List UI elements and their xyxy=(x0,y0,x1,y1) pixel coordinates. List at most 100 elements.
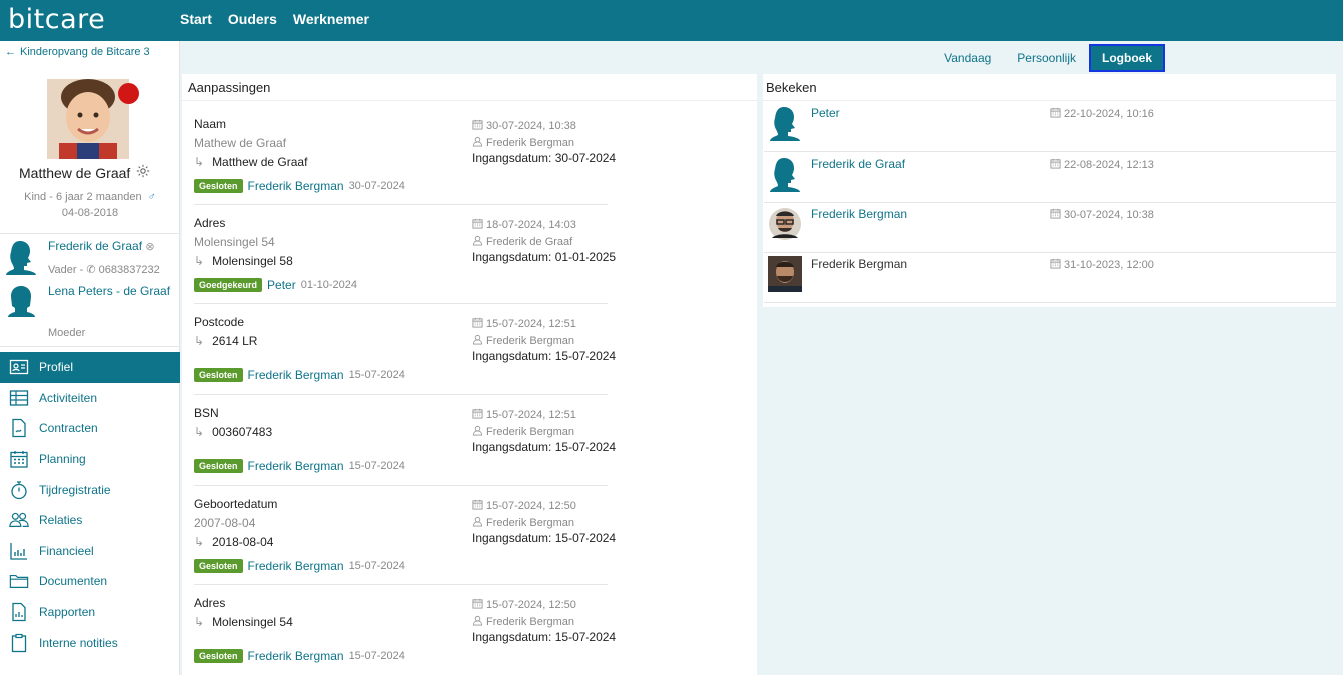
calendar-icon xyxy=(472,218,483,232)
clipboard-icon xyxy=(11,633,27,652)
child-meta: Kind - 6 jaar 2 maanden ♂ 04-08-2018 xyxy=(0,189,180,221)
new-value: 2614 LR xyxy=(212,334,258,348)
gear-icon[interactable] xyxy=(136,164,150,181)
parent-role: Vader - ✆ 0683837232 xyxy=(48,264,160,276)
user-icon xyxy=(472,425,483,439)
person-silhouette-icon xyxy=(6,239,36,278)
change-date-row: 15-07-2024, 12:50 xyxy=(472,497,672,514)
calendar-icon xyxy=(1050,208,1061,222)
sidebar-item-contracten[interactable]: Contracten xyxy=(0,413,180,444)
tab-logboek[interactable]: Logboek xyxy=(1089,44,1165,72)
effective-date: Ingangsdatum: 30-07-2024 xyxy=(472,151,617,165)
handled-by-link[interactable]: Frederik Bergman xyxy=(248,459,344,473)
handled-by-link[interactable]: Frederik Bergman xyxy=(248,559,344,573)
change-date: 15-07-2024, 12:51 xyxy=(486,317,576,330)
sidebar-item-documenten[interactable]: Documenten xyxy=(0,566,180,597)
sidebar-item-label: Profiel xyxy=(39,360,74,375)
user-icon xyxy=(472,615,483,629)
sidebar-item-profiel[interactable]: Profiel xyxy=(0,352,180,383)
handled-by-link[interactable]: Frederik Bergman xyxy=(248,368,344,382)
change-entry: Naam Mathew de Graaf ↳ Matthew de Graaf … xyxy=(194,117,616,207)
status-row: Gesloten Frederik Bergman 30-07-2024 xyxy=(194,179,405,193)
change-field: Adres xyxy=(194,216,226,230)
arrow-left-icon: ← xyxy=(5,46,16,58)
table-icon xyxy=(9,390,29,406)
handled-by-link[interactable]: Frederik Bergman xyxy=(248,649,344,663)
arrow-turn-right-icon: ↳ xyxy=(194,254,205,268)
viewer-name[interactable]: Frederik de Graaf xyxy=(811,157,905,171)
parent-name[interactable]: Lena Peters - de Graaf xyxy=(48,282,174,301)
change-entry: Geboortedatum 2007-08-04 ↳ 2018-08-04 15… xyxy=(194,497,616,587)
sidebar-item-label: Relaties xyxy=(39,513,83,528)
change-field: Adres xyxy=(194,596,226,610)
nav-start[interactable]: Start xyxy=(180,11,212,27)
status-dot xyxy=(118,83,139,104)
user-icon xyxy=(472,235,483,249)
parent-name[interactable]: Frederik de Graaf ⊗ xyxy=(48,237,174,257)
viewer-name[interactable]: Frederik Bergman xyxy=(811,207,907,221)
calendar-icon xyxy=(1050,258,1061,272)
viewer-row: Frederik de Graaf 22-08-2024, 12:13 xyxy=(764,152,1336,203)
parent-role: Moeder xyxy=(48,327,86,339)
change-author: Frederik Bergman xyxy=(486,516,575,529)
status-row: Gesloten Frederik Bergman 15-07-2024 xyxy=(194,459,405,473)
child-age: Kind - 6 jaar 2 maanden xyxy=(24,191,142,203)
status-row: Gesloten Frederik Bergman 15-07-2024 xyxy=(194,649,405,663)
new-value: Molensingel 54 xyxy=(212,615,293,629)
arrow-turn-right-icon: ↳ xyxy=(194,334,205,348)
sidebar-item-activiteiten[interactable]: Activiteiten xyxy=(0,383,180,414)
effective-date: Ingangsdatum: 01-01-2025 xyxy=(472,250,617,264)
sidebar-item-tijdregistratie[interactable]: Tijdregistratie xyxy=(0,474,180,505)
change-entry: BSN ↳ 003607483 15-07-2024, 12:51 Freder… xyxy=(194,406,616,496)
viewer-date: 30-07-2024, 10:38 xyxy=(1064,209,1154,221)
change-meta: 18-07-2024, 14:03 Frederik de Graaf Inga… xyxy=(472,216,672,267)
divider xyxy=(194,394,608,395)
change-meta: 15-07-2024, 12:51 Frederik Bergman Ingan… xyxy=(472,406,672,457)
sidebar-item-label: Contracten xyxy=(39,421,98,436)
handled-date: 15-07-2024 xyxy=(348,650,405,662)
sidebar-item-interne-notities[interactable]: Interne notities xyxy=(0,627,180,658)
tab-vandaag[interactable]: Vandaag xyxy=(931,44,1004,72)
sidebar-item-relaties[interactable]: Relaties xyxy=(0,505,180,536)
sidebar-item-label: Tijdregistratie xyxy=(39,482,111,497)
handled-date: 15-07-2024 xyxy=(348,460,405,472)
app-logo[interactable]: bitcare xyxy=(8,4,105,35)
new-value-row: ↳ Molensingel 54 xyxy=(194,615,293,629)
child-name-row: Matthew de Graaf xyxy=(19,164,150,181)
viewer-date: 31-10-2023, 12:00 xyxy=(1064,259,1154,271)
effective-date: Ingangsdatum: 15-07-2024 xyxy=(472,349,617,363)
sidebar-item-planning[interactable]: Planning xyxy=(0,444,180,475)
divider xyxy=(182,100,757,101)
old-value: Molensingel 54 xyxy=(194,235,275,249)
status-badge: Goedgekeurd xyxy=(194,278,263,292)
nav-werknemer[interactable]: Werknemer xyxy=(293,11,369,27)
status-badge: Gesloten xyxy=(194,459,243,473)
viewer-row: Frederik Bergman 30-07-2024, 10:38 xyxy=(764,202,1336,253)
handled-by-link[interactable]: Frederik Bergman xyxy=(248,179,344,193)
new-value-row: ↳ Molensingel 58 xyxy=(194,254,293,268)
user-icon xyxy=(472,334,483,348)
avatar xyxy=(768,256,802,292)
handled-date: 15-07-2024 xyxy=(348,369,405,381)
change-meta: 15-07-2024, 12:51 Frederik Bergman Ingan… xyxy=(472,315,672,366)
top-bar: bitcare Start Ouders Werknemer xyxy=(0,0,1343,41)
status-badge: Gesloten xyxy=(194,368,243,382)
nav-ouders[interactable]: Ouders xyxy=(228,11,277,27)
changes-title: Aanpassingen xyxy=(188,80,271,95)
divider xyxy=(0,233,180,234)
user-icon xyxy=(472,136,483,150)
change-date-row: 15-07-2024, 12:51 xyxy=(472,315,672,332)
back-link[interactable]: ← Kinderopvang de Bitcare 3 xyxy=(5,46,150,58)
change-field: Naam xyxy=(194,117,227,131)
handled-by-link[interactable]: Peter xyxy=(267,278,296,292)
tab-persoonlijk[interactable]: Persoonlijk xyxy=(1004,44,1089,72)
sidebar-item-rapporten[interactable]: Rapporten xyxy=(0,597,180,628)
sidebar-item-label: Interne notities xyxy=(39,635,118,650)
calendar-icon xyxy=(472,119,483,133)
change-date-row: 15-07-2024, 12:51 xyxy=(472,406,672,423)
viewer-name[interactable]: Peter xyxy=(811,106,840,120)
bar-chart-icon xyxy=(10,542,27,560)
sidebar-item-financieel[interactable]: Financieel xyxy=(0,536,180,567)
close-circle-icon[interactable]: ⊗ xyxy=(145,241,154,253)
arrow-turn-right-icon: ↳ xyxy=(194,155,205,169)
